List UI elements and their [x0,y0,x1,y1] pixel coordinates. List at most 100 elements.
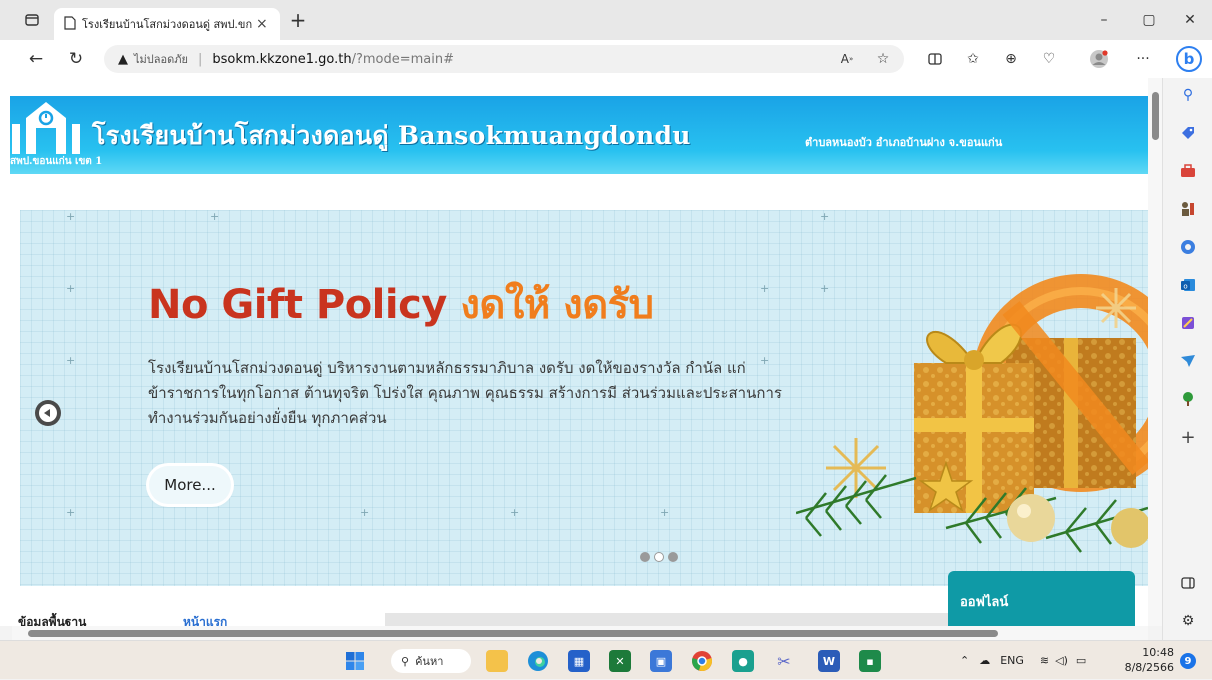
slider-dot-2[interactable] [654,552,664,562]
school-name: โรงเรียนบ้านโสกม่วงดอนดู่ Bansokmuangdon… [92,121,691,150]
close-window-button[interactable]: ✕ [1168,6,1212,34]
split-screen-icon[interactable] [924,49,946,69]
search-icon: ⚲ [401,654,410,668]
taskbar-search[interactable]: ⚲ ค้นหา [391,649,471,673]
slide-description: โรงเรียนบ้านโสกม่วงดอนดู่ บริหารงานตามหล… [148,359,782,427]
store-icon[interactable]: ▦ [568,650,590,672]
photos-icon[interactable]: ▣ [650,650,672,672]
search-label: ค้นหา [415,655,444,668]
gift-illustration [795,268,1148,558]
tools-icon[interactable] [1177,160,1199,182]
grid-plus-mark: + [210,210,220,223]
grid-plus-mark: + [360,506,370,519]
grid-plus-mark: + [66,282,76,295]
games-icon[interactable] [1177,198,1199,220]
tab-title: โรงเรียนบ้านโสกม่วงดอนดู่ สพป.ขก.1 [82,18,252,31]
excel-icon[interactable]: ▪ [859,650,881,672]
offline-label: ออฟไลน์ [960,595,1009,610]
minimize-button[interactable]: – [1082,6,1126,34]
battery-icon[interactable]: ▭ [1076,654,1086,667]
grid-plus-mark: + [660,506,670,519]
slider-prev-icon[interactable] [35,400,61,426]
school-location: ตำบลหนองบัว อำเภอบ้านฝาง จ.ขอนแก่น [805,136,1003,149]
browser-tab-active[interactable]: โรงเรียนบ้านโสกม่วงดอนดู่ สพป.ขก.1 × [54,8,280,40]
school-logo[interactable] [10,98,82,156]
slider-dot-1[interactable] [640,552,650,562]
tray-chevron-icon[interactable]: ⌃ [960,654,969,667]
horizontal-scroll-thumb[interactable] [28,630,998,637]
back-arrow-icon[interactable]: ← [24,47,48,71]
tab-close-icon[interactable]: × [256,16,268,32]
web-page: โรงเรียนบ้านโสกม่วงดอนดู่ Bansokmuangdon… [0,78,1148,626]
grid-plus-mark: + [66,354,76,367]
favorites-list-icon[interactable]: ✩ [962,49,984,69]
chrome-icon[interactable] [691,650,713,672]
page-icon [64,15,76,34]
vertical-scrollbar[interactable] [1148,78,1162,626]
favorite-star-icon[interactable]: ☆ [872,49,894,69]
refresh-icon[interactable]: ↻ [64,47,88,71]
search-icon[interactable]: ⚲ [1177,84,1199,106]
clock-date: 8/8/2566 [1124,661,1174,674]
browser-essentials-icon[interactable]: ♡ [1038,49,1060,69]
school-area-office: สพป.ขอนแก่น เขต 1 [10,156,103,167]
grid-plus-mark: + [66,506,76,519]
read-aloud-icon[interactable]: A» [836,49,858,69]
slide-title-english: No Gift Policy [148,282,447,328]
microsoft-365-icon[interactable] [1177,236,1199,258]
horizontal-scrollbar[interactable] [12,626,1148,640]
clock-time: 10:48 [1142,646,1174,659]
more-button[interactable]: More... [149,466,231,504]
browser-title-bar: โรงเรียนบ้านโสกม่วงดอนดู่ สพป.ขก.1 × + –… [0,0,1212,40]
maximize-button[interactable]: ▢ [1127,6,1171,34]
address-separator: | [197,51,203,67]
snipping-tool-icon[interactable]: ✂ [773,650,795,672]
site-header-banner: โรงเรียนบ้านโสกม่วงดอนดู่ Bansokmuangdon… [10,96,1148,174]
grid-plus-mark: + [820,210,830,223]
hide-sidebar-icon[interactable] [1177,572,1199,594]
file-explorer-icon[interactable] [486,650,508,672]
grid-plus-mark: + [760,282,770,295]
menu-basic-info[interactable]: ข้อมูลพื้นฐาน [18,613,86,626]
warning-icon[interactable]: ▲ [118,52,128,67]
edge-sidebar: ⚲ o + ⚙ [1162,78,1212,640]
slider-dots [640,552,678,562]
hero-slider: + + + + + + + + + + + + No Gift Policy ง… [20,210,1148,586]
xbox-icon[interactable]: ✕ [609,650,631,672]
new-tab-button[interactable]: + [286,8,310,32]
windows-start-icon[interactable] [344,650,366,672]
settings-gear-icon[interactable]: ⚙ [1177,610,1199,632]
menu-home[interactable]: หน้าแรก [183,613,227,626]
word-icon[interactable]: W [818,650,840,672]
collections-icon[interactable]: ⊕ [1000,49,1022,69]
language-indicator[interactable]: ENG [1000,654,1024,667]
tree-icon[interactable] [1177,388,1199,410]
line-chat-icon[interactable]: ● [732,650,754,672]
outlook-icon[interactable]: o [1177,274,1199,296]
slider-dot-3[interactable] [668,552,678,562]
notification-badge[interactable]: 9 [1180,653,1196,669]
browser-toolbar: ← ↻ ▲ ไม่ปลอดภัย | bsokm.kkzone1.go.th/?… [0,40,1212,78]
tab-actions-icon[interactable] [20,8,44,32]
volume-icon[interactable]: ◁) [1055,654,1068,667]
wifi-icon[interactable]: ≋ [1040,654,1049,667]
windows-taskbar: ⚲ ค้นหา ▦ ✕ ▣ ● ✂ W ▪ ⌃ ☁ ENG ≋ ◁) ▭ 10:… [0,640,1212,679]
system-clock[interactable]: 10:48 8/8/2566 [1124,645,1174,675]
add-sidebar-app-icon[interactable]: + [1177,426,1199,448]
profile-avatar[interactable] [1088,49,1110,69]
address-bar[interactable]: ▲ ไม่ปลอดภัย | bsokm.kkzone1.go.th/?mode… [104,45,904,73]
shopping-tag-icon[interactable] [1177,122,1199,144]
vertical-scroll-thumb[interactable] [1152,92,1159,140]
send-icon[interactable] [1177,350,1199,372]
offline-chat-panel[interactable]: ออฟไลน์ [948,571,1135,626]
network-status-icon[interactable]: ☁ [979,654,990,667]
url-path: /?mode=main# [351,51,454,67]
security-label[interactable]: ไม่ปลอดภัย [134,50,188,68]
grid-plus-mark: + [510,506,520,519]
designer-icon[interactable] [1177,312,1199,334]
slider-prev-inner [39,404,57,422]
copilot-icon[interactable]: b [1176,46,1202,72]
edge-browser-icon[interactable] [527,650,549,672]
grid-plus-mark: + [66,210,76,223]
more-menu-icon[interactable]: ··· [1132,49,1154,69]
